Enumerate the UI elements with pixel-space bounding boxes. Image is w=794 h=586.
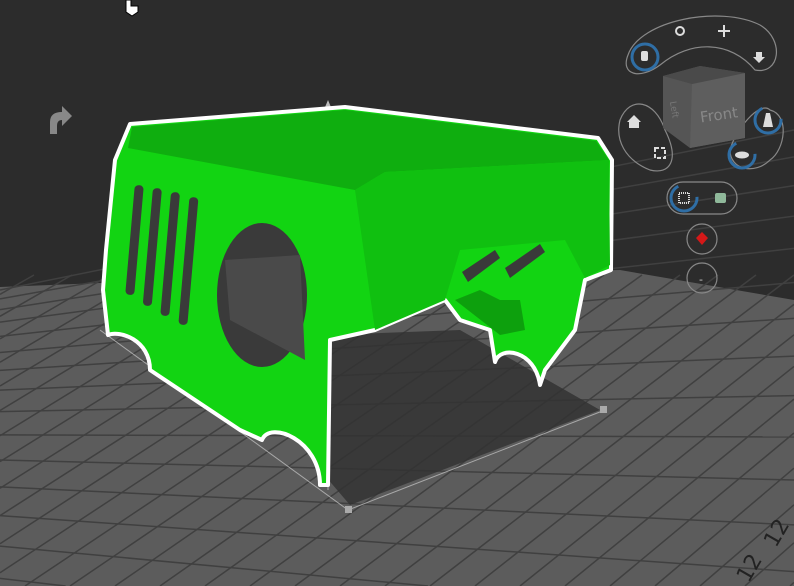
minus-button[interactable]: - xyxy=(699,273,703,286)
home-button[interactable] xyxy=(627,115,641,128)
bbox-handle[interactable] xyxy=(600,406,607,413)
rotate-button[interactable] xyxy=(675,26,685,36)
solid-view-button[interactable] xyxy=(715,193,726,203)
hand-cursor-icon xyxy=(125,0,139,17)
drop-to-bed-button[interactable] xyxy=(753,52,765,63)
color-icon xyxy=(696,232,708,245)
layers-icon xyxy=(763,113,773,127)
move-icon xyxy=(718,25,730,37)
home-icon xyxy=(627,115,641,128)
bed-view-button[interactable] xyxy=(727,140,757,170)
3d-viewport[interactable]: 12 12 Front Left - xyxy=(0,0,794,586)
view-cube[interactable]: Front Left xyxy=(663,66,745,148)
layers-button[interactable] xyxy=(753,105,783,135)
minus-label: - xyxy=(699,273,703,286)
grid-toggle-button[interactable] xyxy=(669,183,699,213)
rotate-icon xyxy=(675,26,685,36)
drop-to-bed-icon xyxy=(753,52,765,63)
bbox-handle[interactable] xyxy=(345,506,352,513)
pan-button[interactable] xyxy=(630,42,660,72)
solid-view-icon xyxy=(715,193,726,203)
redo-arrow-icon[interactable] xyxy=(50,106,72,134)
color-button[interactable] xyxy=(696,232,708,245)
hand-icon xyxy=(641,51,648,61)
bed-icon xyxy=(735,151,749,159)
move-button[interactable] xyxy=(718,25,730,37)
